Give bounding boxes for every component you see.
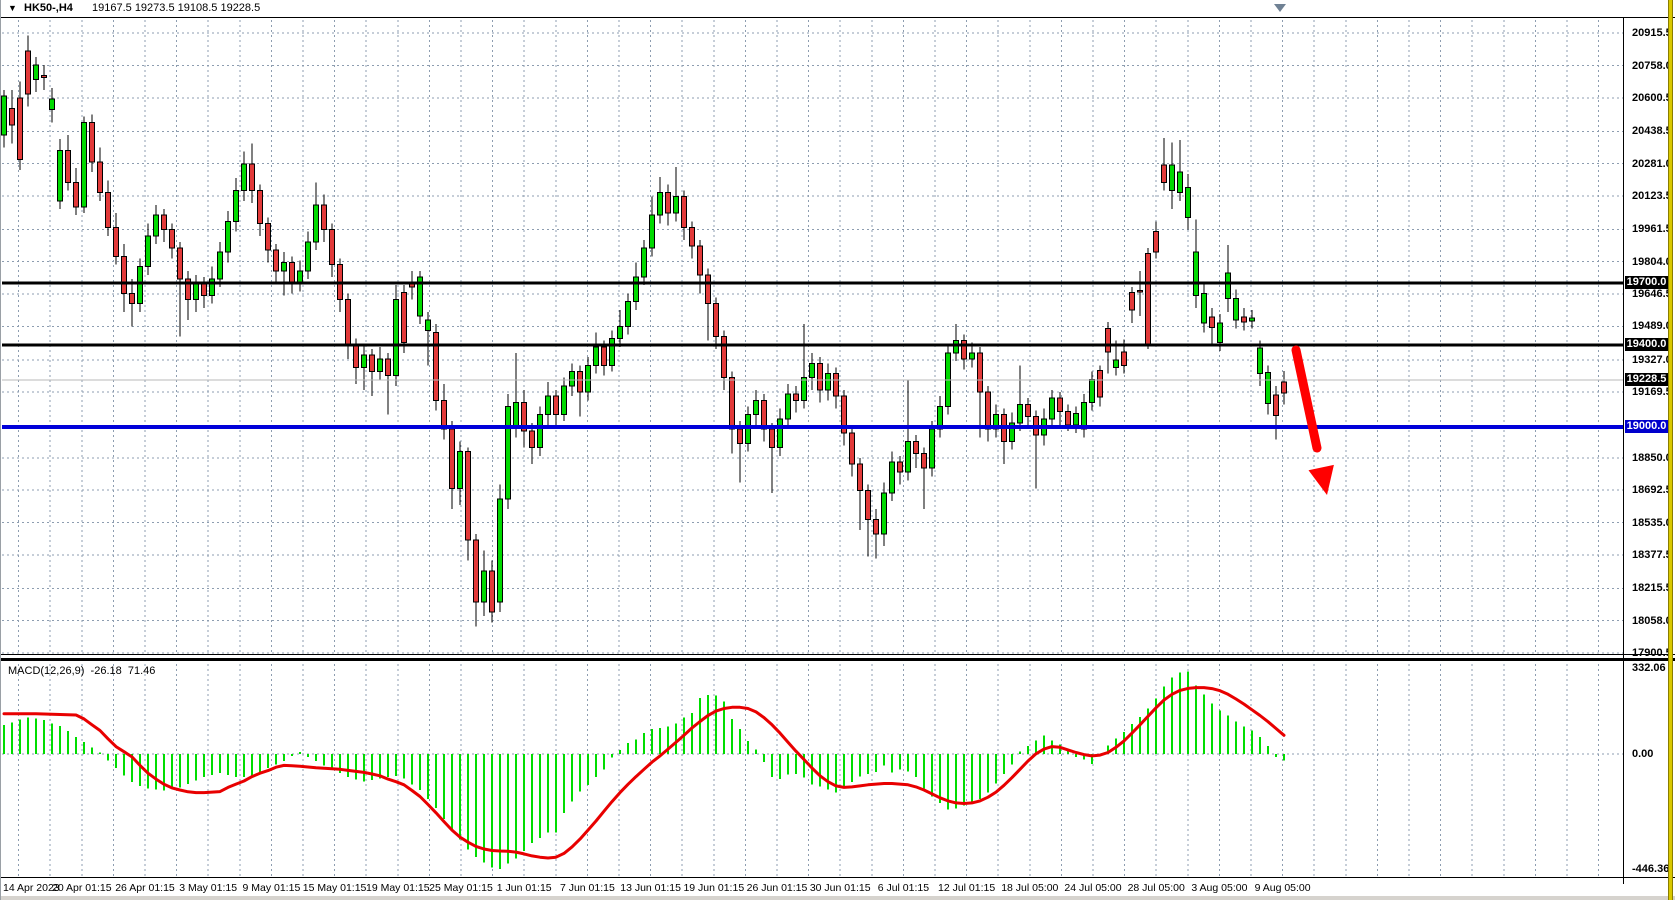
price-axis-label: 20123.5 <box>1632 190 1672 202</box>
window-right-border <box>1668 0 1673 900</box>
price-axis-label: 20758.0 <box>1632 60 1672 72</box>
time-axis-label: 9 May 01:15 <box>242 882 300 894</box>
chart-symbol-period: HK50-,H4 <box>24 2 73 14</box>
ohlc-values: 19167.5 19273.5 19108.5 19228.5 <box>92 2 260 14</box>
time-axis-label: 1 Jun 01:15 <box>497 882 552 894</box>
price-axis-label: 18692.5 <box>1632 484 1672 496</box>
price-axis-label: 20281.0 <box>1632 158 1672 170</box>
time-axis-label: 26 Jun 01:15 <box>747 882 808 894</box>
macd-axis-label: 0.00 <box>1632 748 1653 760</box>
macd-indicator-label: MACD(12,26,9) -26.18 71.46 <box>8 665 155 677</box>
horizontal-gridlines <box>2 33 1623 754</box>
time-axis-label: 3 May 01:15 <box>179 882 237 894</box>
macd-signal-value: 71.46 <box>128 665 156 677</box>
time-axis-label: 25 May 01:15 <box>429 882 493 894</box>
candles-group <box>2 35 1287 626</box>
last-bar-marker-icon[interactable] <box>1274 4 1286 12</box>
macd-name: MACD(12,26,9) <box>8 665 84 677</box>
price-axis-border <box>1623 17 1624 884</box>
price-axis-label: 18377.5 <box>1632 549 1672 561</box>
price-axis-label: 19646.5 <box>1632 288 1672 300</box>
trend-arrow-annotation[interactable] <box>1296 350 1334 495</box>
time-axis-label: 28 Jul 05:00 <box>1128 882 1185 894</box>
window-left-border <box>0 0 1 900</box>
time-axis-label: 24 Jul 05:00 <box>1064 882 1121 894</box>
macd-axis-label: -446.36 <box>1632 863 1669 875</box>
macd-panel-separator[interactable] <box>0 654 1675 655</box>
macd-panel-separator-thick[interactable] <box>0 658 1675 661</box>
time-axis-label: 6 Jul 01:15 <box>878 882 929 894</box>
price-axis-label: 20438.5 <box>1632 125 1672 137</box>
time-axis-label: 3 Aug 05:00 <box>1191 882 1247 894</box>
time-axis-label: 30 Jun 01:15 <box>810 882 871 894</box>
time-axis-label: 26 Apr 01:15 <box>115 882 175 894</box>
price-axis-label: 19961.5 <box>1632 223 1672 235</box>
price-axis[interactable]: 20915.5 20758.0 20600.5 20438.5 20281.0 20123… <box>1623 0 1669 900</box>
time-axis-label: 12 Jul 01:15 <box>938 882 995 894</box>
price-level-box-label: 19400.0 <box>1625 338 1668 351</box>
price-level-box-label: 19700.0 <box>1625 276 1668 289</box>
price-level-box-label: 19000.0 <box>1625 420 1668 433</box>
price-axis-label: 20600.5 <box>1632 92 1672 104</box>
price-axis-label: 19169.5 <box>1632 386 1672 398</box>
price-axis-label: 18215.5 <box>1632 582 1672 594</box>
time-axis-label: 19 Jun 01:15 <box>683 882 744 894</box>
time-axis-label: 13 Jun 01:15 <box>620 882 681 894</box>
price-axis-label: 18850.0 <box>1632 452 1672 464</box>
macd-axis-label: 332.06 <box>1632 662 1666 674</box>
window-bottom-strip <box>0 896 1675 900</box>
price-axis-label: 18058.0 <box>1632 615 1672 627</box>
time-axis-label: 15 May 01:15 <box>303 882 367 894</box>
time-axis-label: 7 Jun 01:15 <box>560 882 615 894</box>
price-axis-label: 19804.0 <box>1632 256 1672 268</box>
chart-window: ▼ HK50-,H4 19167.5 19273.5 19108.5 19228… <box>0 0 1675 900</box>
time-axis-label: 19 May 01:15 <box>366 882 430 894</box>
price-chart-canvas[interactable] <box>0 0 1675 900</box>
time-axis-label: 20 Apr 01:15 <box>52 882 112 894</box>
time-axis-label: 9 Aug 05:00 <box>1255 882 1311 894</box>
chart-bottom-border <box>0 877 1675 878</box>
macd-main-value: -26.18 <box>91 665 122 677</box>
chart-title-bar: ▼ HK50-,H4 19167.5 19273.5 19108.5 19228… <box>0 0 1623 17</box>
price-axis-label: 20915.5 <box>1632 27 1672 39</box>
price-axis-label: 19489.0 <box>1632 320 1672 332</box>
price-axis-label: 19327.0 <box>1632 354 1672 366</box>
price-axis-label: 18535.0 <box>1632 517 1672 529</box>
price-level-box-label: 19228.5 <box>1625 373 1668 386</box>
vertical-gridlines <box>19 20 1599 876</box>
chart-top-border <box>0 17 1675 18</box>
time-axis-label: 18 Jul 05:00 <box>1001 882 1058 894</box>
time-axis[interactable]: 14 Apr 202320 Apr 01:1526 Apr 01:153 May… <box>0 878 1623 896</box>
symbol-dropdown-icon[interactable]: ▼ <box>8 3 17 13</box>
